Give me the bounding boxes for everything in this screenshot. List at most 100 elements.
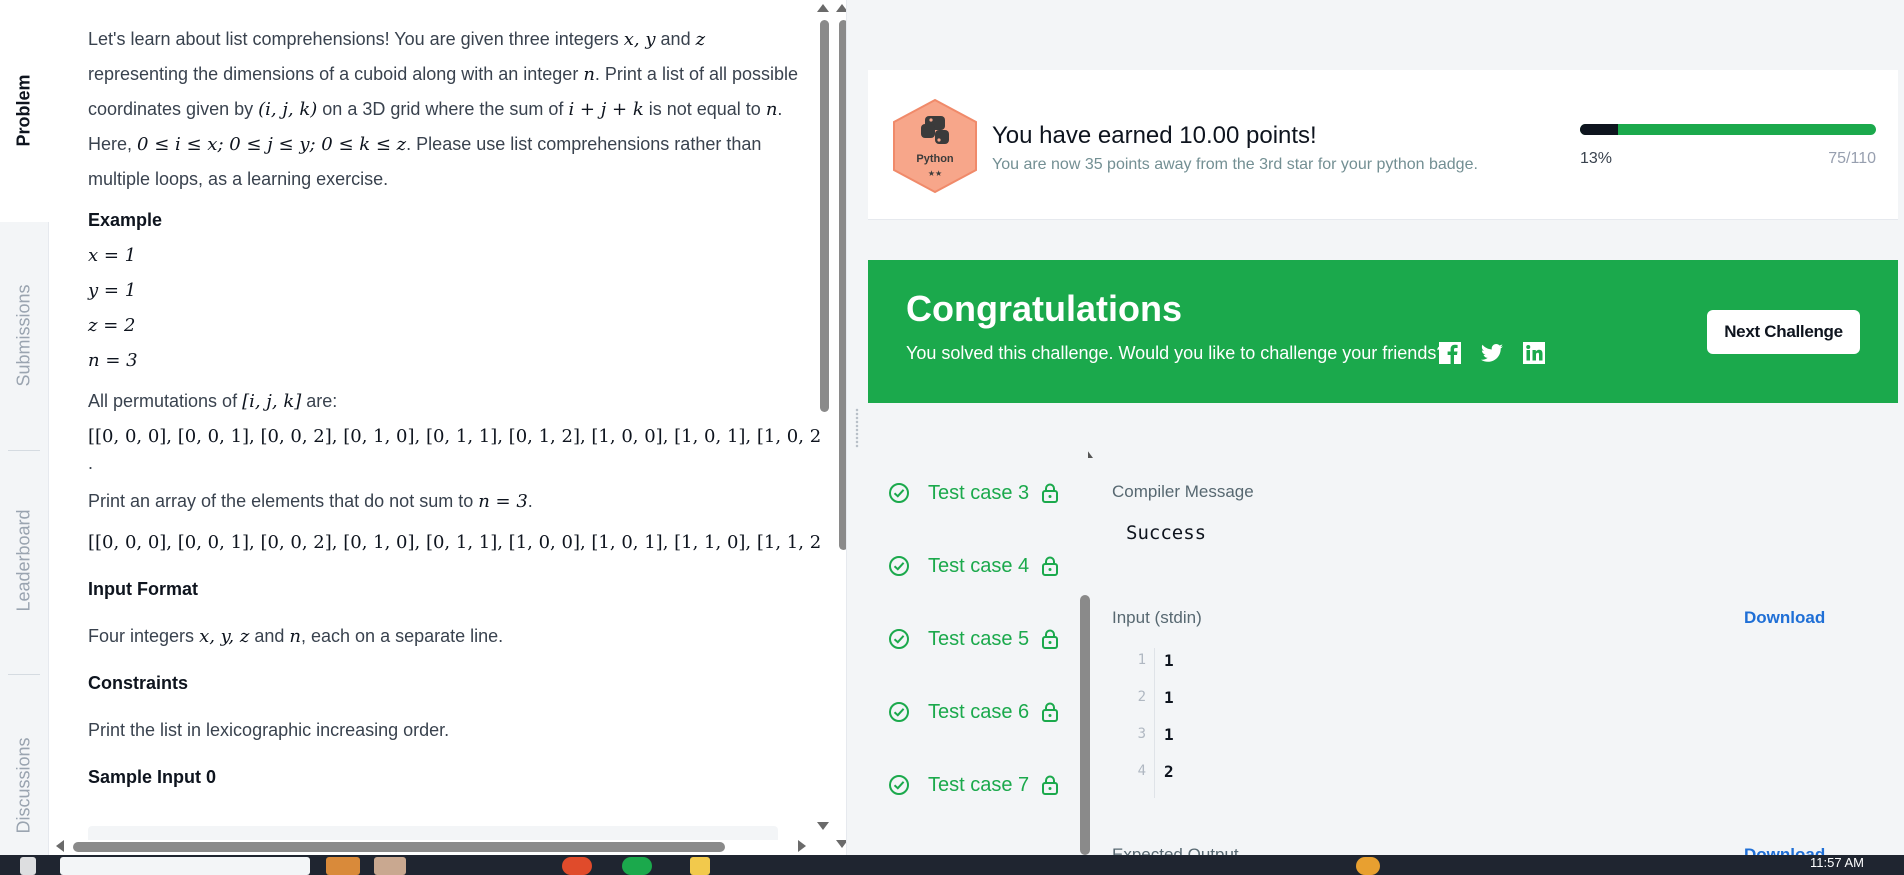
badge-progress-fill [1580,124,1619,135]
constraints-text: Print the list in lexicographic increasi… [88,720,450,740]
test-case-label: Test case 5 [928,627,1030,650]
text: All permutations of [88,391,243,411]
facebook-icon[interactable] [1438,341,1462,365]
compiler-message-value: Success [1126,522,1207,544]
splitter-grip-icon[interactable] [855,408,859,448]
lock-icon [1042,556,1059,576]
taskbar-app-icon[interactable] [562,857,592,875]
result-pane: Python ★★ You have earned 10.00 points! … [868,0,1904,855]
taskbar-app-icon[interactable] [374,857,406,875]
test-case-item[interactable]: Test case 4 [888,551,1059,581]
scroll-down-arrow[interactable] [817,822,829,830]
lock-icon [1042,775,1059,795]
test-case-label: Test case 6 [928,700,1030,723]
math: [i, j, k] [242,391,302,412]
scroll-right-arrow[interactable] [798,840,806,852]
text: , each on a separate line. [301,626,504,646]
check-circle-icon [889,629,909,649]
test-case-item[interactable]: Test case 3 [888,478,1059,508]
text: Let's learn about list comprehensions! Y… [88,29,624,49]
taskbar-app-icon[interactable] [690,857,710,875]
example-heading: Example [88,210,163,230]
test-case-item[interactable]: Test case 6 [888,697,1059,727]
test-case-list: Test case 3 Test case 4 Test case 5 Test ca… [868,440,1088,855]
example-y: y = 1 [88,280,137,301]
math: n [289,626,302,647]
math: n = 3 [478,491,528,512]
input-stdin-label: Input (stdin) [1112,608,1202,627]
math: n [765,99,778,120]
text: Print an array of the elements that do n… [88,491,479,511]
line-number: 1 [1137,652,1146,668]
progress-percent: 13% [1580,150,1613,167]
permutations-line: All permutations of [i, j, k] are: [88,384,820,419]
check-circle-icon [889,556,909,576]
input-format-text: Four integers x, y, z and n, each on a s… [88,619,820,654]
text: and [655,29,696,49]
python-badge-icon: Python ★★ [890,98,980,194]
tab-problem[interactable]: Problem [0,40,49,180]
scroll-left-arrow[interactable] [56,840,64,852]
problem-line: Here, 0 ≤ i ≤ x; 0 ≤ j ≤ y; 0 ≤ k ≤ z. P… [88,127,820,162]
tab-submissions[interactable]: Submissions [0,270,49,400]
tab-discussions[interactable]: Discussions [0,715,49,855]
math: x, y [623,29,656,50]
taskbar-app-icon[interactable] [1356,857,1380,875]
badge-stars: ★★ [928,169,942,178]
lock-icon [1042,702,1059,722]
tab-divider [8,674,40,675]
points-earned-text: You have earned 10.00 points! [992,122,1317,149]
text: coordinates given by [88,99,259,119]
input-format-heading: Input Format [88,579,198,599]
tab-submissions-label: Submissions [14,283,35,387]
horizontal-scrollbar-thumb[interactable] [73,842,725,852]
input-line-value: 2 [1164,762,1174,781]
input-line-value: 1 [1164,725,1174,744]
download-input-link[interactable]: Download [1744,608,1825,628]
congratulations-title: Congratulations [906,288,1182,329]
lock-icon [1042,483,1059,503]
tab-divider [8,450,40,451]
sample-input-heading: Sample Input 0 [88,767,217,787]
test-case-label: Test case 3 [928,481,1030,504]
badge-progress-bar [1580,124,1876,135]
expected-output-label: Expected Output [1112,845,1239,855]
taskbar-app-icon[interactable] [326,857,360,875]
check-circle-icon [889,775,909,795]
test-list-scrollbar-thumb[interactable] [1080,595,1090,855]
input-line-value: 1 [1164,651,1174,670]
next-challenge-button[interactable]: Next Challenge [1707,310,1860,354]
lock-icon [1042,629,1059,649]
download-expected-link[interactable]: Download [1744,845,1825,855]
problem-statement: Let's learn about list comprehensions! Y… [50,0,820,840]
progress-ratio: 75/110 [1828,150,1876,167]
twitter-icon[interactable] [1480,341,1504,365]
app-root: Problem Submissions Leaderboard Discussi… [0,0,1904,875]
example-x: x = 1 [88,245,137,266]
test-case-item[interactable]: Test case 7 [888,770,1059,800]
taskbar-search-box[interactable] [60,857,310,875]
taskbar-app-icon[interactable] [622,857,652,875]
text: . [777,99,783,119]
test-case-item[interactable]: Test case 5 [888,624,1059,654]
result-list: [[0, 0, 0], [0, 0, 1], [0, 0, 2], [0, 1,… [88,532,820,553]
text: is not equal to [643,99,766,119]
line-number-gutter [1154,648,1155,798]
side-tab-bar: Problem Submissions Leaderboard Discussi… [0,0,49,855]
test-case-label: Test case 7 [928,773,1030,796]
os-taskbar: 11:57 AM [0,855,1904,875]
linkedin-icon[interactable] [1522,341,1546,365]
tab-problem-label: Problem [14,73,34,147]
scroll-up-arrow[interactable] [817,4,829,12]
text: representing the dimensions of a cuboid … [88,64,584,84]
line-number: 2 [1137,689,1146,705]
constraints-heading: Constraints [88,673,189,693]
tab-leaderboard[interactable]: Leaderboard [0,490,49,630]
inner-vertical-scrollbar-thumb[interactable] [820,20,829,412]
line-number: 4 [1137,763,1146,779]
input-line-value: 1 [1164,688,1174,707]
start-icon[interactable] [20,857,36,875]
check-circle-icon [889,483,909,503]
print-line: Print an array of the elements that do n… [88,484,820,519]
tab-discussions-label: Discussions [14,736,34,834]
